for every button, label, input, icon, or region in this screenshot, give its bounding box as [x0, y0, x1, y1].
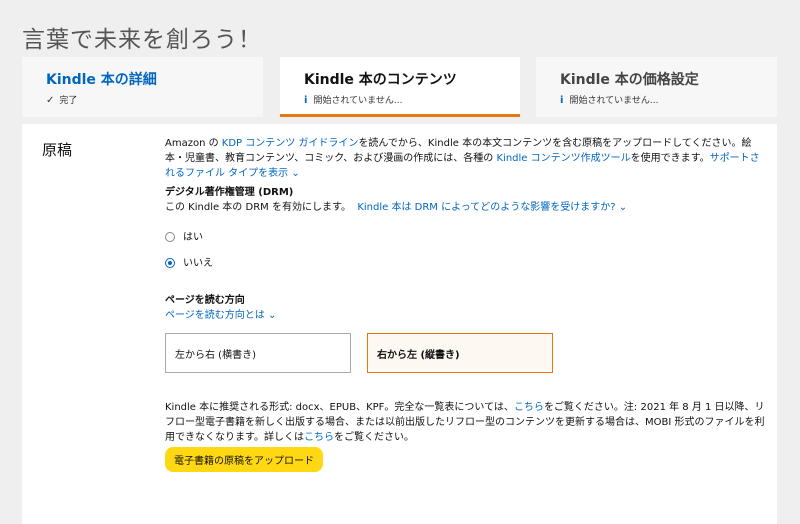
tab-details[interactable]: Kindle 本の詳細 ✓ 完了: [22, 57, 263, 117]
chevron-down-icon: ⌄: [618, 202, 628, 213]
tab-content-title: Kindle 本のコンテンツ: [304, 72, 457, 88]
tab-details-status: ✓ 完了: [46, 93, 77, 106]
kdp-guidelines-link[interactable]: KDP コンテンツ ガイドライン: [222, 138, 359, 149]
tab-pricing[interactable]: Kindle 本の価格設定 i 開始されていません...: [536, 57, 777, 117]
drm-text: この Kindle 本の DRM を有効にします。 Kindle 本は DRM …: [165, 200, 765, 215]
radio-button[interactable]: [165, 232, 175, 242]
chevron-down-icon: ⌄: [268, 310, 277, 321]
formats-text-1: Kindle 本に推奨される形式: docx、EPUB、KPF。完全な一覧表につ…: [165, 402, 514, 413]
mobi-info-link[interactable]: こちら: [304, 432, 334, 443]
intro-text-3: を使用できます。: [630, 153, 710, 164]
check-icon: ✓: [46, 95, 55, 106]
formats-text: Kindle 本に推奨される形式: docx、EPUB、KPF。完全な一覧表につ…: [165, 400, 765, 445]
tab-pricing-status-text: 開始されていません...: [569, 96, 659, 106]
drm-option-no-label: いいえ: [183, 257, 213, 269]
tab-details-title: Kindle 本の詳細: [46, 72, 157, 88]
section-label-manuscript: 原稿: [42, 141, 73, 159]
direction-info-link-label: ページを読む方向とは: [165, 310, 265, 321]
drm-option-yes[interactable]: はい: [165, 229, 765, 245]
radio-button-selected[interactable]: [165, 258, 175, 268]
drm-option-yes-label: はい: [183, 231, 203, 243]
intro-text-1: Amazon の: [165, 138, 222, 149]
info-icon: i: [560, 95, 564, 106]
tab-content-status: i 開始されていません...: [304, 93, 402, 106]
kindle-tools-link[interactable]: Kindle コンテンツ作成ツール: [496, 153, 630, 164]
tab-pricing-status: i 開始されていません...: [560, 93, 658, 106]
drm-info-link-label: Kindle 本は DRM によってどのような影響を受けますか?: [357, 202, 616, 213]
drm-description: この Kindle 本の DRM を有効にします。: [165, 202, 351, 213]
manuscript-content: Amazon の KDP コンテンツ ガイドラインを読んでから、Kindle 本…: [165, 136, 765, 323]
drm-info-link[interactable]: Kindle 本は DRM によってどのような影響を受けますか? ⌄: [357, 202, 627, 213]
upload-manuscript-button[interactable]: 電子書籍の原稿をアップロード: [165, 447, 323, 472]
chevron-down-icon: ⌄: [291, 168, 300, 179]
info-icon: i: [304, 95, 308, 106]
direction-info-link[interactable]: ページを読む方向とは ⌄: [165, 310, 276, 321]
manuscript-panel: 原稿 Amazon の KDP コンテンツ ガイドラインを読んでから、Kindl…: [22, 124, 777, 524]
drm-heading: デジタル著作権管理 (DRM): [165, 187, 294, 198]
tab-content-status-text: 開始されていません...: [313, 96, 403, 106]
drm-option-no[interactable]: いいえ: [165, 255, 765, 271]
intro-text: Amazon の KDP コンテンツ ガイドラインを読んでから、Kindle 本…: [165, 136, 765, 181]
page-title: 言葉で未来を創ろう！: [22, 27, 262, 53]
formats-list-link[interactable]: こちら: [514, 402, 544, 413]
direction-right-to-left-button[interactable]: 右から左 (縦書き): [367, 333, 553, 373]
direction-heading: ページを読む方向: [165, 295, 245, 306]
formats-text-3: をご覧ください。: [334, 432, 414, 443]
tab-content[interactable]: Kindle 本のコンテンツ i 開始されていません...: [280, 57, 520, 117]
tab-pricing-title: Kindle 本の価格設定: [560, 72, 699, 88]
direction-left-to-right-button[interactable]: 左から右 (横書き): [165, 333, 351, 373]
tab-details-status-text: 完了: [59, 96, 78, 106]
